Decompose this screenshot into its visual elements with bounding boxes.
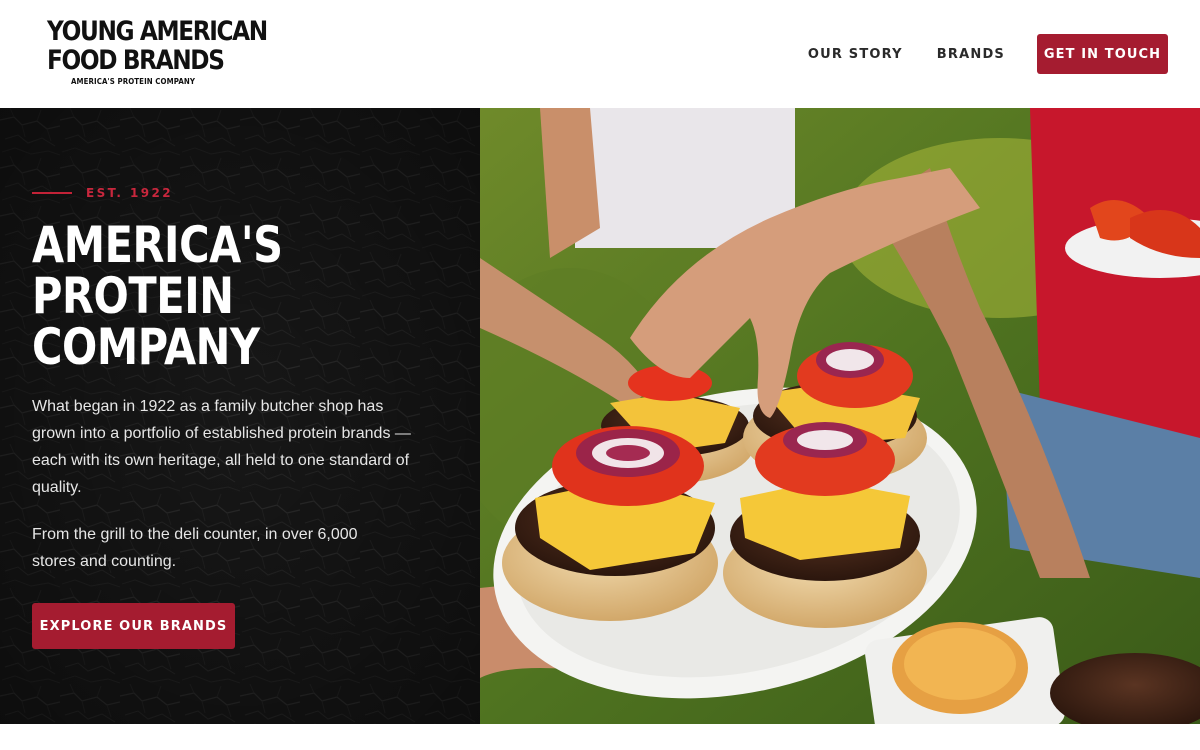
- burgers-photo: [480, 108, 1200, 724]
- nav-our-story[interactable]: OUR STORY: [808, 47, 903, 62]
- eyebrow: EST. 1922: [32, 186, 173, 200]
- eyebrow-text: EST. 1922: [86, 186, 173, 200]
- page-bottom-strip: [0, 724, 1200, 750]
- get-in-touch-button[interactable]: GET IN TOUCH: [1037, 34, 1168, 74]
- hero-paragraph-1: What began in 1922 as a family butcher s…: [32, 398, 411, 496]
- hero-headline: AMERICA'S PROTEIN COMPANY: [32, 220, 283, 373]
- headline-line-2: PROTEIN: [32, 267, 234, 325]
- hero-section: EST. 1922 AMERICA'S PROTEIN COMPANY What…: [0, 108, 1200, 724]
- headline-line-1: AMERICA'S: [32, 216, 283, 274]
- headline-line-3: COMPANY: [32, 318, 260, 376]
- nav-brands[interactable]: BRANDS: [937, 47, 1005, 62]
- logo-tagline: AMERICA'S PROTEIN COMPANY: [70, 77, 196, 86]
- logo-line-2: FOOD BRANDS: [47, 45, 225, 76]
- brand-logo[interactable]: YOUNG AMERICAN FOOD BRANDS AMERICA'S PRO…: [33, 16, 268, 86]
- main-nav: OUR STORY BRANDS GET IN TOUCH: [808, 0, 1168, 108]
- explore-brands-button[interactable]: EXPLORE OUR BRANDS: [32, 603, 235, 649]
- eyebrow-rule: [32, 192, 72, 194]
- hero-text-panel: EST. 1922 AMERICA'S PROTEIN COMPANY What…: [0, 108, 480, 724]
- logo-line-1: YOUNG AMERICAN: [47, 16, 268, 47]
- hero-paragraph-2: From the grill to the deli counter, in o…: [32, 526, 358, 570]
- site-header: YOUNG AMERICAN FOOD BRANDS AMERICA'S PRO…: [0, 0, 1200, 108]
- hero-image: [480, 108, 1200, 724]
